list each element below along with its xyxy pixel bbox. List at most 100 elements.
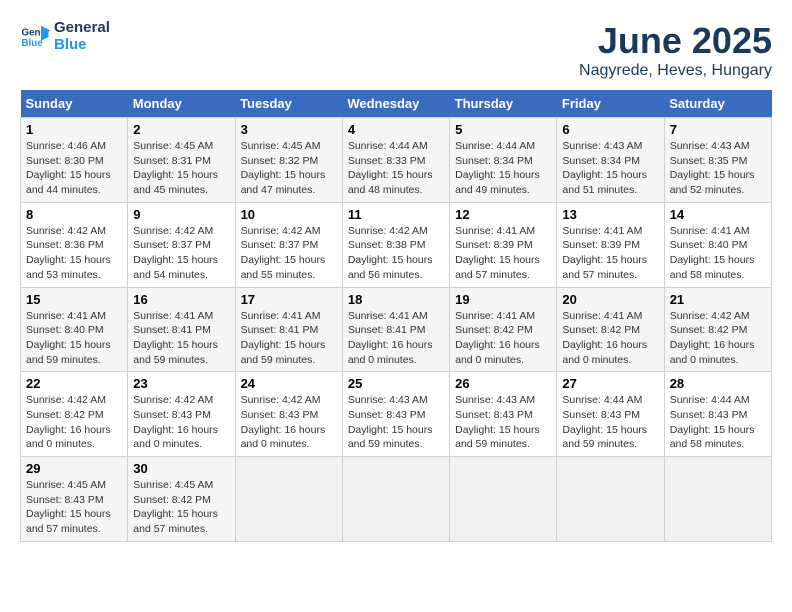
calendar-cell: 17 Sunrise: 4:41 AM Sunset: 8:41 PM Dayli… <box>235 287 342 372</box>
day-number: 5 <box>455 122 551 137</box>
calendar-cell: 27 Sunrise: 4:44 AM Sunset: 8:43 PM Dayli… <box>557 372 664 457</box>
title-area: June 2025 Nagyrede, Heves, Hungary <box>579 20 772 80</box>
header-cell-saturday: Saturday <box>664 90 771 118</box>
day-number: 26 <box>455 376 551 391</box>
calendar-cell: 14Sunrise: 4:41 AM Sunset: 8:40 PM Dayli… <box>664 202 771 287</box>
day-number: 10 <box>241 207 337 222</box>
day-number: 13 <box>562 207 658 222</box>
day-info: Sunrise: 4:42 AM Sunset: 8:36 PM Dayligh… <box>26 224 122 283</box>
day-info: Sunrise: 4:42 AM Sunset: 8:38 PM Dayligh… <box>348 224 444 283</box>
day-info: Sunrise: 4:46 AM Sunset: 8:30 PM Dayligh… <box>26 139 122 198</box>
day-info: Sunrise: 4:41 AM Sunset: 8:41 PM Dayligh… <box>133 309 229 368</box>
header-cell-tuesday: Tuesday <box>235 90 342 118</box>
header-cell-sunday: Sunday <box>21 90 128 118</box>
calendar-cell: 19Sunrise: 4:41 AM Sunset: 8:42 PM Dayli… <box>450 287 557 372</box>
logo: General Blue General Blue <box>20 20 110 53</box>
day-info: Sunrise: 4:44 AM Sunset: 8:34 PM Dayligh… <box>455 139 551 198</box>
day-number: 20 <box>562 292 658 307</box>
calendar-cell: 7 Sunrise: 4:43 AM Sunset: 8:35 PM Daylig… <box>664 118 771 203</box>
calendar-cell: 10 Sunrise: 4:42 AM Sunset: 8:37 PM Dayli… <box>235 202 342 287</box>
day-number: 30 <box>133 461 229 476</box>
day-number: 29 <box>26 461 122 476</box>
day-info: Sunrise: 4:43 AM Sunset: 8:35 PM Dayligh… <box>670 139 766 198</box>
calendar-cell <box>664 457 771 542</box>
calendar-cell: 12 Sunrise: 4:41 AM Sunset: 8:39 PM Dayli… <box>450 202 557 287</box>
day-info: Sunrise: 4:45 AM Sunset: 8:42 PM Dayligh… <box>133 478 229 537</box>
calendar-cell: 20Sunrise: 4:41 AM Sunset: 8:42 PM Dayli… <box>557 287 664 372</box>
header-cell-wednesday: Wednesday <box>342 90 449 118</box>
calendar-cell <box>557 457 664 542</box>
calendar-cell: 8 Sunrise: 4:42 AM Sunset: 8:36 PM Daylig… <box>21 202 128 287</box>
calendar-cell: 4 Sunrise: 4:44 AM Sunset: 8:33 PM Daylig… <box>342 118 449 203</box>
day-number: 12 <box>455 207 551 222</box>
day-info: Sunrise: 4:44 AM Sunset: 8:43 PM Dayligh… <box>562 393 658 452</box>
day-number: 16 <box>133 292 229 307</box>
day-info: Sunrise: 4:43 AM Sunset: 8:43 PM Dayligh… <box>348 393 444 452</box>
day-number: 28 <box>670 376 766 391</box>
day-number: 25 <box>348 376 444 391</box>
day-info: Sunrise: 4:44 AM Sunset: 8:33 PM Dayligh… <box>348 139 444 198</box>
calendar-cell: 2 Sunrise: 4:45 AM Sunset: 8:31 PM Daylig… <box>128 118 235 203</box>
calendar-cell <box>450 457 557 542</box>
calendar-body: 1 Sunrise: 4:46 AM Sunset: 8:30 PM Daylig… <box>21 118 772 542</box>
sub-title: Nagyrede, Heves, Hungary <box>579 62 772 80</box>
day-info: Sunrise: 4:42 AM Sunset: 8:43 PM Dayligh… <box>133 393 229 452</box>
calendar-cell: 5 Sunrise: 4:44 AM Sunset: 8:34 PM Daylig… <box>450 118 557 203</box>
day-number: 1 <box>26 122 122 137</box>
day-info: Sunrise: 4:42 AM Sunset: 8:42 PM Dayligh… <box>26 393 122 452</box>
calendar-cell <box>235 457 342 542</box>
day-number: 4 <box>348 122 444 137</box>
calendar-cell: 30 Sunrise: 4:45 AM Sunset: 8:42 PM Dayli… <box>128 457 235 542</box>
day-number: 17 <box>241 292 337 307</box>
day-number: 24 <box>241 376 337 391</box>
header-cell-monday: Monday <box>128 90 235 118</box>
logo-blue: Blue <box>54 37 110 54</box>
day-info: Sunrise: 4:45 AM Sunset: 8:32 PM Dayligh… <box>241 139 337 198</box>
calendar-header-row: SundayMondayTuesdayWednesdayThursdayFrid… <box>21 90 772 118</box>
day-info: Sunrise: 4:41 AM Sunset: 8:41 PM Dayligh… <box>241 309 337 368</box>
header: General Blue General Blue June 2025 Nagy… <box>20 20 772 80</box>
day-number: 3 <box>241 122 337 137</box>
calendar-cell: 29 Sunrise: 4:45 AM Sunset: 8:43 PM Dayli… <box>21 457 128 542</box>
day-info: Sunrise: 4:41 AM Sunset: 8:39 PM Dayligh… <box>562 224 658 283</box>
calendar-cell: 21Sunrise: 4:42 AM Sunset: 8:42 PM Dayli… <box>664 287 771 372</box>
day-number: 18 <box>348 292 444 307</box>
calendar-cell: 18 Sunrise: 4:41 AM Sunset: 8:41 PM Dayli… <box>342 287 449 372</box>
header-cell-thursday: Thursday <box>450 90 557 118</box>
day-number: 7 <box>670 122 766 137</box>
header-cell-friday: Friday <box>557 90 664 118</box>
calendar-cell: 22 Sunrise: 4:42 AM Sunset: 8:42 PM Dayli… <box>21 372 128 457</box>
calendar-cell: 26Sunrise: 4:43 AM Sunset: 8:43 PM Dayli… <box>450 372 557 457</box>
day-info: Sunrise: 4:41 AM Sunset: 8:42 PM Dayligh… <box>455 309 551 368</box>
logo-icon: General Blue <box>20 22 50 52</box>
day-number: 15 <box>26 292 122 307</box>
day-number: 22 <box>26 376 122 391</box>
day-info: Sunrise: 4:43 AM Sunset: 8:34 PM Dayligh… <box>562 139 658 198</box>
day-info: Sunrise: 4:42 AM Sunset: 8:37 PM Dayligh… <box>241 224 337 283</box>
day-number: 27 <box>562 376 658 391</box>
calendar-cell: 3 Sunrise: 4:45 AM Sunset: 8:32 PM Daylig… <box>235 118 342 203</box>
day-info: Sunrise: 4:41 AM Sunset: 8:39 PM Dayligh… <box>455 224 551 283</box>
calendar-week-row: 8 Sunrise: 4:42 AM Sunset: 8:36 PM Daylig… <box>21 202 772 287</box>
day-number: 2 <box>133 122 229 137</box>
day-info: Sunrise: 4:45 AM Sunset: 8:43 PM Dayligh… <box>26 478 122 537</box>
day-info: Sunrise: 4:42 AM Sunset: 8:37 PM Dayligh… <box>133 224 229 283</box>
day-info: Sunrise: 4:41 AM Sunset: 8:41 PM Dayligh… <box>348 309 444 368</box>
day-number: 8 <box>26 207 122 222</box>
day-number: 11 <box>348 207 444 222</box>
calendar-cell: 28Sunrise: 4:44 AM Sunset: 8:43 PM Dayli… <box>664 372 771 457</box>
calendar-cell <box>342 457 449 542</box>
calendar-cell: 9Sunrise: 4:42 AM Sunset: 8:37 PM Daylig… <box>128 202 235 287</box>
day-info: Sunrise: 4:42 AM Sunset: 8:42 PM Dayligh… <box>670 309 766 368</box>
day-info: Sunrise: 4:45 AM Sunset: 8:31 PM Dayligh… <box>133 139 229 198</box>
day-number: 14 <box>670 207 766 222</box>
calendar-cell: 16 Sunrise: 4:41 AM Sunset: 8:41 PM Dayli… <box>128 287 235 372</box>
calendar-cell: 23 Sunrise: 4:42 AM Sunset: 8:43 PM Dayli… <box>128 372 235 457</box>
calendar-cell: 24Sunrise: 4:42 AM Sunset: 8:43 PM Dayli… <box>235 372 342 457</box>
calendar-week-row: 22 Sunrise: 4:42 AM Sunset: 8:42 PM Dayli… <box>21 372 772 457</box>
calendar-table: SundayMondayTuesdayWednesdayThursdayFrid… <box>20 90 772 542</box>
logo-general: General <box>54 20 110 37</box>
calendar-week-row: 1 Sunrise: 4:46 AM Sunset: 8:30 PM Daylig… <box>21 118 772 203</box>
day-number: 23 <box>133 376 229 391</box>
calendar-cell: 15Sunrise: 4:41 AM Sunset: 8:40 PM Dayli… <box>21 287 128 372</box>
